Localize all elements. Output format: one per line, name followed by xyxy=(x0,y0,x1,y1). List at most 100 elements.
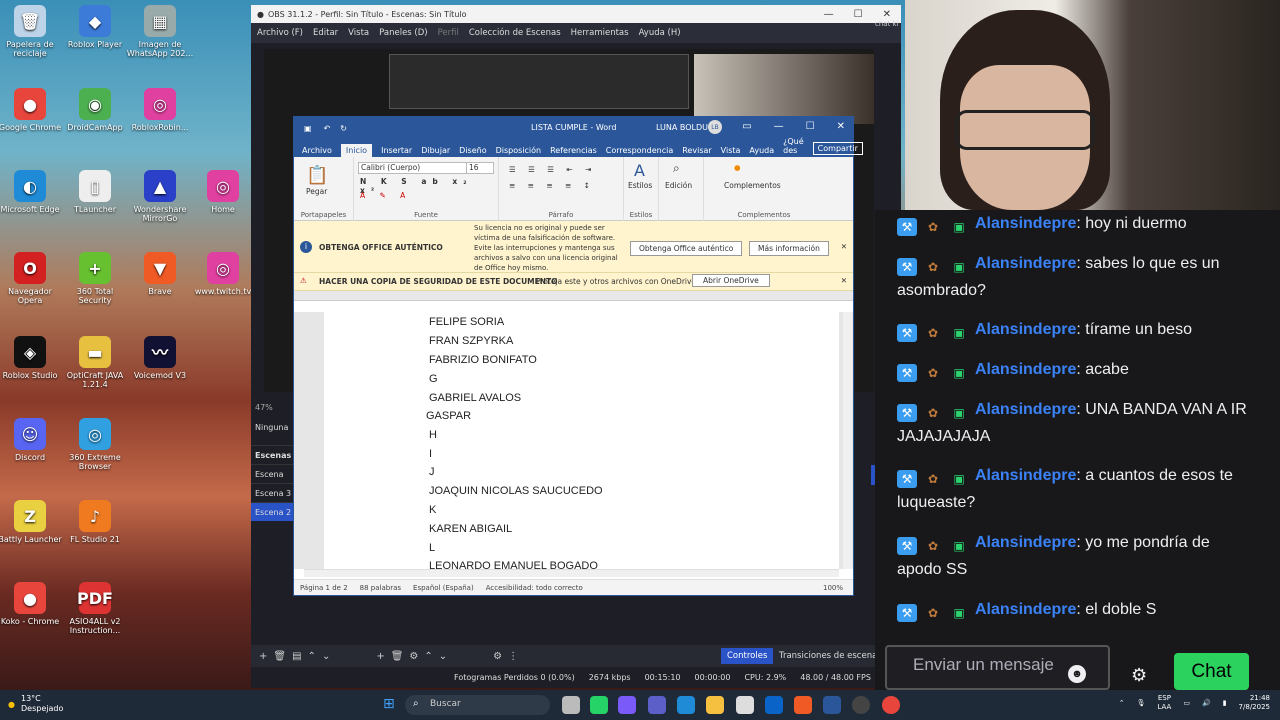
chat-username[interactable]: Alansindepre xyxy=(975,361,1076,378)
document-line[interactable]: JOAQUIN NICOLAS SAUCUCEDO xyxy=(429,485,603,497)
chat-username[interactable]: Alansindepre xyxy=(975,601,1076,618)
tell-me-search[interactable]: ¿Qué des xyxy=(783,135,804,157)
moderator-badge-icon[interactable]: ⚒ xyxy=(897,258,917,276)
document-line[interactable]: GASPAR xyxy=(426,410,471,422)
menu-perfil[interactable]: Perfil xyxy=(438,28,459,38)
list-buttons[interactable]: ☰ ☰ ☰ ⇤ ⇥ xyxy=(509,165,596,174)
moderator-badge-icon[interactable]: ⚒ xyxy=(897,604,917,622)
chat-message[interactable]: ⚒ ✿ ▣ Alansindepre: tírame un beso xyxy=(897,316,1257,343)
chat-message[interactable]: ⚒ ✿ ▣ Alansindepre: hoy ni duermo xyxy=(897,210,1257,237)
vertical-scrollbar[interactable] xyxy=(843,312,852,569)
document-line[interactable]: FELIPE SORIA xyxy=(429,316,504,328)
close-icon[interactable]: ✕ xyxy=(837,121,845,132)
leaf-badge-icon[interactable]: ✿ xyxy=(923,258,943,276)
desktop-icon[interactable]: ▼ Brave xyxy=(125,252,195,296)
document-line[interactable]: G xyxy=(429,373,438,385)
tab-insertar[interactable]: Insertar xyxy=(381,144,412,157)
document-line[interactable]: KAREN ABIGAIL xyxy=(429,523,512,535)
down-source-icon[interactable]: ⌄ xyxy=(439,651,447,662)
filter-icon[interactable]: ▤ xyxy=(292,651,301,662)
desktop-icon[interactable]: ◉ DroidCamApp xyxy=(60,88,130,132)
menu-vista[interactable]: Vista xyxy=(348,28,369,38)
clock-time[interactable]: 21:48 xyxy=(1250,694,1270,702)
gift-badge-icon[interactable]: ▣ xyxy=(949,218,969,236)
tab-ayuda[interactable]: Ayuda xyxy=(749,144,774,157)
share-button[interactable]: Compartir xyxy=(812,142,863,155)
close-banner-icon[interactable]: ✕ xyxy=(841,242,847,251)
desktop-icon[interactable]: O Navegador Opera xyxy=(0,252,65,305)
avatar[interactable]: LB xyxy=(708,120,722,134)
desktop-icon[interactable]: ◎ RobloxRobin... xyxy=(125,88,195,132)
tab-archivo[interactable]: Archivo xyxy=(302,144,332,157)
horizontal-scrollbar[interactable] xyxy=(304,569,839,577)
desktop-icon[interactable]: PDF ASIO4ALL v2 Instruction... xyxy=(60,582,130,635)
font-size-select[interactable]: 16 xyxy=(466,162,494,174)
chat-username[interactable]: Alansindepre xyxy=(975,401,1076,418)
up-source-icon[interactable]: ⌃ xyxy=(424,651,432,662)
desktop-icon[interactable]: 🗑 Papelera de reciclaje xyxy=(0,5,65,58)
align-buttons[interactable]: ≡ ≡ ≡ ≡ ↕ xyxy=(509,181,595,190)
editing-label[interactable]: Edición xyxy=(665,181,692,190)
more-icon[interactable]: ⋮ xyxy=(508,651,518,662)
scene-item[interactable]: Escena 3 xyxy=(251,483,296,502)
word-count[interactable]: 88 palabras xyxy=(360,584,401,592)
leaf-badge-icon[interactable]: ✿ xyxy=(923,364,943,382)
accessibility[interactable]: Accesibilidad: todo correcto xyxy=(486,584,583,592)
chat-message[interactable]: ⚒ ✿ ▣ Alansindepre: UNA BANDA VAN A IR JAJA… xyxy=(897,396,1257,450)
styles-icon[interactable]: A xyxy=(634,161,645,180)
gift-badge-icon[interactable]: ▣ xyxy=(949,537,969,555)
desktop-icon[interactable]: 〰 Voicemod V3 xyxy=(125,336,195,380)
add-icon[interactable]: + xyxy=(259,651,267,662)
tab-referencias[interactable]: Referencias xyxy=(550,144,597,157)
maximize-icon[interactable]: ☐ xyxy=(806,121,815,132)
chat-message[interactable]: ⚒ ✿ ▣ Alansindepre: yo me pondría de apodo … xyxy=(897,529,1257,583)
page-count[interactable]: Página 1 de 2 xyxy=(300,584,348,592)
ribbon-display-icon[interactable]: ▭ xyxy=(742,121,751,132)
chat-username[interactable]: Alansindepre xyxy=(975,467,1076,484)
battery-icon[interactable]: ▮ xyxy=(1223,699,1227,708)
zoom-level[interactable]: 100% xyxy=(823,584,843,592)
search-icon[interactable]: ⌕ xyxy=(673,161,680,176)
tab-inicio[interactable]: Inicio xyxy=(340,144,373,157)
desktop-icon[interactable]: ▯ TLauncher xyxy=(60,170,130,214)
gift-badge-icon[interactable]: ▣ xyxy=(949,604,969,622)
trash-source-icon[interactable]: 🗑 xyxy=(391,651,404,662)
close-icon[interactable]: ✕ xyxy=(883,9,891,20)
desktop-icon[interactable]: Z Battly Launcher xyxy=(0,500,65,544)
gift-badge-icon[interactable]: ▣ xyxy=(949,258,969,276)
network-icon[interactable]: ▭ xyxy=(1183,699,1190,708)
document-line[interactable]: L xyxy=(429,542,435,554)
desktop-icon[interactable]: ▬ OptiCraft JAVA 1.21.4 xyxy=(60,336,130,389)
word-icon[interactable] xyxy=(823,696,841,714)
ruler[interactable] xyxy=(294,291,853,301)
desktop-icon[interactable]: ▦ Imagen de WhatsApp 202... xyxy=(125,5,195,58)
chat-username[interactable]: Alansindepre xyxy=(975,321,1076,338)
weather-widget[interactable]: ● 13°C Despejado xyxy=(8,694,63,714)
explorer-icon[interactable] xyxy=(706,696,724,714)
document-line[interactable]: FABRIZIO BONIFATO xyxy=(429,354,537,366)
save-icon[interactable]: ▣ xyxy=(304,124,312,133)
font-name-select[interactable]: Calibri (Cuerpo) xyxy=(358,162,468,174)
up-icon[interactable]: ⌃ xyxy=(308,651,316,662)
brave-icon[interactable] xyxy=(794,696,812,714)
desktop-icon[interactable]: ◎ 360 Extreme Browser xyxy=(60,418,130,471)
gift-badge-icon[interactable]: ▣ xyxy=(949,324,969,342)
transitions-tab[interactable]: Transiciones de escena xyxy=(779,651,877,661)
menu-herramientas[interactable]: Herramientas xyxy=(571,28,629,38)
gear-icon[interactable]: ⚙ xyxy=(409,651,418,662)
chat-message[interactable]: ⚒ ✿ ▣ Alansindepre: a cuantos de esos te lu… xyxy=(897,462,1257,516)
undo-icon[interactable]: ↶ xyxy=(324,124,331,133)
trash-icon[interactable]: 🗑 xyxy=(273,651,286,662)
scene-item[interactable]: Escena xyxy=(251,464,296,483)
menu-coleccion[interactable]: Colección de Escenas xyxy=(469,28,561,38)
copilot-icon[interactable] xyxy=(618,696,636,714)
desktop-icon[interactable]: ◈ Roblox Studio xyxy=(0,336,65,380)
tab-correspondencia[interactable]: Correspondencia xyxy=(606,144,673,157)
gift-badge-icon[interactable]: ▣ xyxy=(949,404,969,422)
chat-username[interactable]: Alansindepre xyxy=(975,215,1076,232)
minimize-icon[interactable]: — xyxy=(824,9,834,20)
language-code[interactable]: ESP xyxy=(1158,694,1171,702)
desktop-icon[interactable]: ♪ FL Studio 21 xyxy=(60,500,130,544)
close-banner-icon[interactable]: ✕ xyxy=(841,276,847,285)
leaf-badge-icon[interactable]: ✿ xyxy=(923,470,943,488)
